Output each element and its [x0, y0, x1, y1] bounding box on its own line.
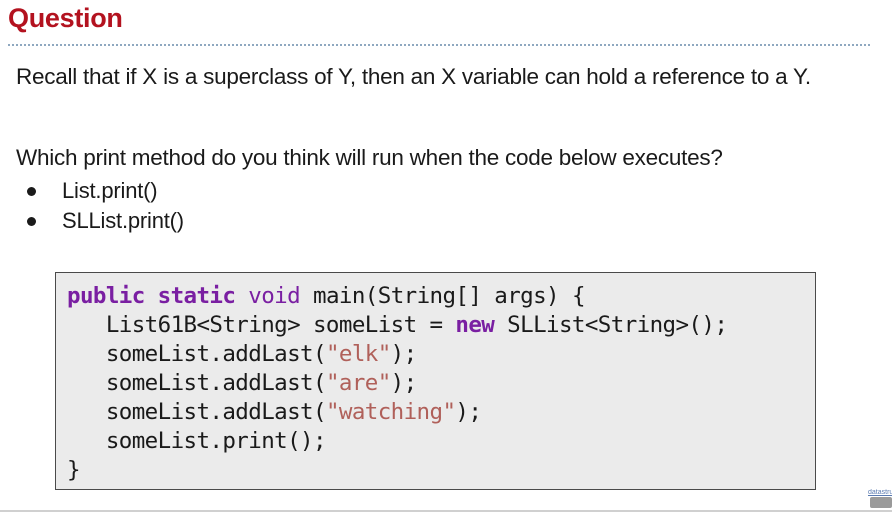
- string-literal: "watching": [325, 399, 456, 425]
- keyword-new: new: [455, 312, 495, 338]
- code-block: public static void main(String[] args) {…: [55, 272, 816, 490]
- code-line-6: someList.print();: [67, 428, 327, 454]
- code-text: );: [390, 341, 418, 367]
- option-label: List.print(): [62, 178, 158, 203]
- slide: Question Recall that if X is a superclas…: [0, 0, 892, 512]
- string-literal: "are": [325, 370, 391, 396]
- code-line-2: List61B<String> someList = new SLList<St…: [67, 312, 728, 338]
- code-text: SLList<String>();: [494, 312, 728, 338]
- code-text: );: [390, 370, 418, 396]
- code-text: someList.addLast(: [67, 399, 327, 425]
- code-line-7: }: [67, 457, 81, 483]
- code-line-5: someList.addLast("watching");: [67, 399, 482, 425]
- type-void: void: [248, 283, 301, 309]
- answer-options: List.print() SLList.print(): [24, 178, 184, 238]
- bullet-icon: [27, 217, 36, 226]
- recall-statement: Recall that if X is a superclass of Y, t…: [16, 64, 811, 89]
- keyword-public: public: [67, 283, 145, 309]
- code-line-4: someList.addLast("are");: [67, 370, 417, 396]
- option-list-print: List.print(): [24, 178, 184, 208]
- code-listing: public static void main(String[] args) {…: [67, 282, 728, 485]
- code-line-3: someList.addLast("elk");: [67, 341, 417, 367]
- code-text: List61B<String> someList =: [67, 312, 456, 338]
- question-prompt: Which print method do you think will run…: [16, 145, 723, 170]
- footer-badge: datastructur.es: [868, 489, 892, 508]
- option-label: SLList.print(): [62, 208, 184, 233]
- title-divider: [8, 44, 870, 46]
- slide-title: Question: [8, 3, 123, 33]
- bullet-icon: [27, 187, 36, 196]
- code-text: main(String[] args) {: [300, 283, 585, 309]
- code-text: );: [455, 399, 482, 425]
- string-literal: "elk": [325, 341, 391, 367]
- code-text: someList.addLast(: [67, 370, 327, 396]
- site-link[interactable]: datastructur.es: [868, 489, 892, 496]
- code-line-1: public static void main(String[] args) {: [67, 283, 586, 309]
- code-text: someList.addLast(: [67, 341, 327, 367]
- option-sllist-print: SLList.print(): [24, 208, 184, 238]
- keyword-static: static: [157, 283, 236, 309]
- cc-by-icon[interactable]: [870, 497, 892, 508]
